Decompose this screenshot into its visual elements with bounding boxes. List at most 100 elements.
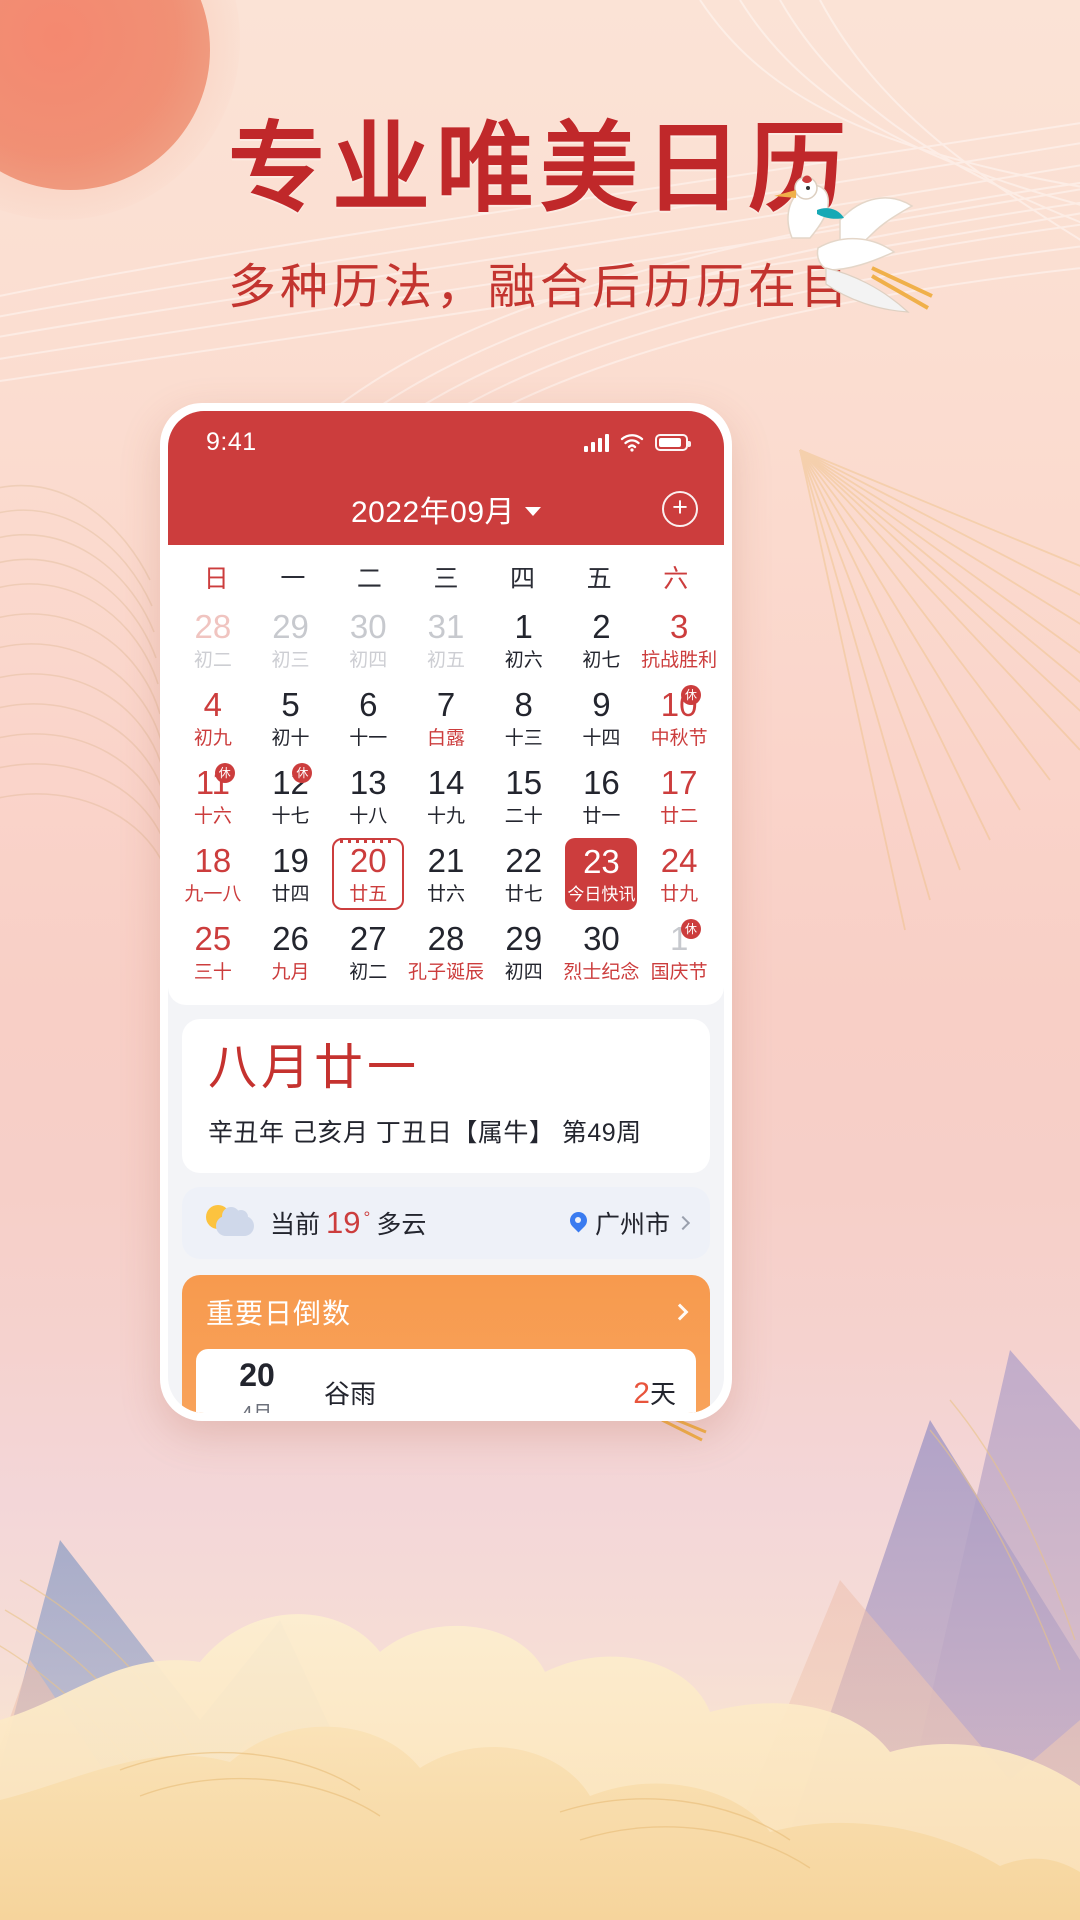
- calendar-day-cell[interactable]: 23 今日快讯: [563, 835, 641, 913]
- calendar-day-lunar: 廿七: [504, 884, 543, 905]
- calendar-day-cell[interactable]: 24 廿九: [640, 835, 718, 913]
- plus-circle-icon[interactable]: +: [662, 491, 698, 527]
- calendar-day-cell[interactable]: 22 廿七: [485, 835, 563, 913]
- calendar-day-cell[interactable]: 16 廿一: [563, 757, 641, 835]
- signal-bars-icon: [584, 433, 609, 452]
- calendar-day-lunar: 烈士纪念: [563, 962, 640, 983]
- calendar-day-cell[interactable]: 20 廿五: [329, 835, 407, 913]
- calendar-day-lunar: 十九: [426, 806, 465, 827]
- calendar-day-number: 28: [194, 608, 232, 645]
- calendar-day-cell[interactable]: 6 十一: [329, 679, 407, 757]
- calendar-day-lunar: 三十: [193, 962, 232, 983]
- calendar-day-cell[interactable]: 1 国庆节休: [640, 913, 718, 991]
- weather-location-group[interactable]: 广州市: [570, 1205, 691, 1241]
- calendar-day-cell[interactable]: 28 初二: [174, 601, 252, 679]
- calendar-day-number: 24: [660, 842, 698, 879]
- calendar-day-cell[interactable]: 7 白露: [407, 679, 485, 757]
- calendar-day-cell[interactable]: 5 初十: [252, 679, 330, 757]
- calendar-day-cell[interactable]: 9 十四: [563, 679, 641, 757]
- calendar-day-cell[interactable]: 29 初三: [252, 601, 330, 679]
- calendar-day-cell[interactable]: 25 三十: [174, 913, 252, 991]
- calendar-day-cell[interactable]: 29 初四: [485, 913, 563, 991]
- rest-day-badge: 休: [214, 763, 235, 783]
- wifi-icon: [620, 433, 644, 452]
- countdown-item-remaining-unit: 天: [649, 1379, 676, 1410]
- calendar-day-lunar: 初四: [504, 962, 543, 983]
- weather-degree-symbol: °: [363, 1207, 371, 1227]
- countdown-card[interactable]: 重要日倒数 20 4月 谷雨 2天: [182, 1274, 710, 1413]
- calendar-day-number: 8: [514, 686, 533, 723]
- calendar-day-lunar: 今日快讯: [567, 885, 636, 904]
- calendar-day-cell[interactable]: 18 九一八: [174, 835, 252, 913]
- calendar-day-cell[interactable]: 28 孔子诞辰: [407, 913, 485, 991]
- calendar-day-cell[interactable]: 27 初二: [329, 913, 407, 991]
- calendar-day-cell[interactable]: 15 二十: [485, 757, 563, 835]
- calendar-day-cell[interactable]: 2 初七: [563, 601, 641, 679]
- calendar-day-cell[interactable]: 11 十六休: [174, 757, 252, 835]
- calendar-day-lunar: 孔子诞辰: [407, 962, 484, 983]
- calendar-day-cell[interactable]: 30 初四: [329, 601, 407, 679]
- calendar-day-lunar: 十八: [349, 806, 388, 827]
- calendar-day-lunar: 廿四: [271, 884, 310, 905]
- calendar-day-lunar: 中秋节: [650, 728, 708, 749]
- calendar-day-number: 20: [349, 842, 387, 879]
- calendar-day-cell[interactable]: 19 廿四: [252, 835, 330, 913]
- calendar-day-number: 16: [583, 764, 620, 801]
- calendar-day-cell[interactable]: 30 烈士纪念: [563, 913, 641, 991]
- weather-location: 广州市: [594, 1210, 670, 1239]
- phone-mockup: 9:41 2022年09月 + 日 一 二 三 四 五 六 28 初二 29 初…: [160, 403, 732, 1421]
- calendar-day-cell[interactable]: 26 九月: [252, 913, 330, 991]
- status-icon-group: [584, 433, 691, 452]
- calendar-day-lunar: 国庆节: [650, 962, 708, 983]
- calendar-day-number: 23: [583, 843, 620, 880]
- calendar-day-number: 21: [427, 842, 465, 879]
- weekday-1: 一: [280, 565, 306, 593]
- calendar-day-cell[interactable]: 8 十三: [485, 679, 563, 757]
- calendar-card: 日 一 二 三 四 五 六 28 初二 29 初三 30 初四 31 初五 1 初六 2 初七 3 抗战胜…: [168, 545, 724, 1005]
- calendar-day-lunar: 十四: [582, 728, 621, 749]
- calendar-day-number: 9: [592, 686, 611, 723]
- calendar-grid: 28 初二 29 初三 30 初四 31 初五 1 初六 2 初七 3 抗战胜利 4 初九 5 初十 6 十一 7 白露 8…: [174, 601, 718, 991]
- calendar-day-cell[interactable]: 10 中秋节休: [640, 679, 718, 757]
- weather-condition: 多云: [376, 1210, 427, 1239]
- lunar-date-detail: 辛丑年 己亥月 丁丑日【属牛】 第49周: [208, 1118, 642, 1147]
- weekday-5: 五: [586, 565, 612, 593]
- calendar-day-lunar: 初二: [349, 962, 388, 983]
- calendar-day-number: 15: [505, 764, 543, 801]
- calendar-day-lunar: 十三: [504, 728, 543, 749]
- calendar-day-cell[interactable]: 13 十八: [329, 757, 407, 835]
- calendar-day-lunar: 廿六: [426, 884, 465, 905]
- countdown-item-remaining: 2天: [633, 1374, 676, 1411]
- countdown-item-name: 谷雨: [324, 1379, 377, 1410]
- rest-day-badge: 休: [681, 919, 701, 939]
- calendar-day-cell[interactable]: 3 抗战胜利: [640, 601, 718, 679]
- weather-prefix: 当前: [270, 1210, 321, 1239]
- calendar-day-number: 14: [427, 764, 465, 801]
- calendar-day-number: 27: [349, 920, 387, 957]
- countdown-item-month: 4月: [216, 1397, 298, 1413]
- calendar-day-number: 30: [583, 920, 620, 957]
- countdown-item[interactable]: 20 4月 谷雨 2天: [196, 1348, 696, 1413]
- calendar-day-cell[interactable]: 1 初六: [485, 601, 563, 679]
- calendar-day-cell[interactable]: 14 十九: [407, 757, 485, 835]
- sun-cloud-icon: [204, 1203, 256, 1243]
- countdown-header[interactable]: 重要日倒数: [182, 1275, 710, 1349]
- calendar-day-cell[interactable]: 12 十七休: [252, 757, 330, 835]
- calendar-day-lunar: 十六: [193, 806, 232, 827]
- month-selector[interactable]: 2022年09月: [351, 487, 542, 531]
- calendar-day-cell[interactable]: 31 初五: [407, 601, 485, 679]
- chevron-down-icon: [525, 506, 542, 516]
- weather-card[interactable]: 当前 19 ° 多云 广州市: [182, 1186, 710, 1259]
- weekday-6: 六: [663, 565, 689, 593]
- weather-temperature: 19: [326, 1204, 361, 1240]
- calendar-day-lunar: 初三: [271, 650, 310, 671]
- calendar-day-cell[interactable]: 17 廿二: [640, 757, 718, 835]
- calendar-day-number: 22: [505, 842, 543, 879]
- status-time: 9:41: [206, 427, 257, 456]
- calendar-day-number: 7: [436, 686, 456, 723]
- calendar-day-cell[interactable]: 21 廿六: [407, 835, 485, 913]
- calendar-day-cell[interactable]: 4 初九: [174, 679, 252, 757]
- lunar-info-card[interactable]: 八月廿一 辛丑年 己亥月 丁丑日【属牛】 第49周: [182, 1019, 710, 1173]
- calendar-day-number: 3: [669, 608, 689, 645]
- calendar-day-lunar: 廿九: [660, 884, 699, 905]
